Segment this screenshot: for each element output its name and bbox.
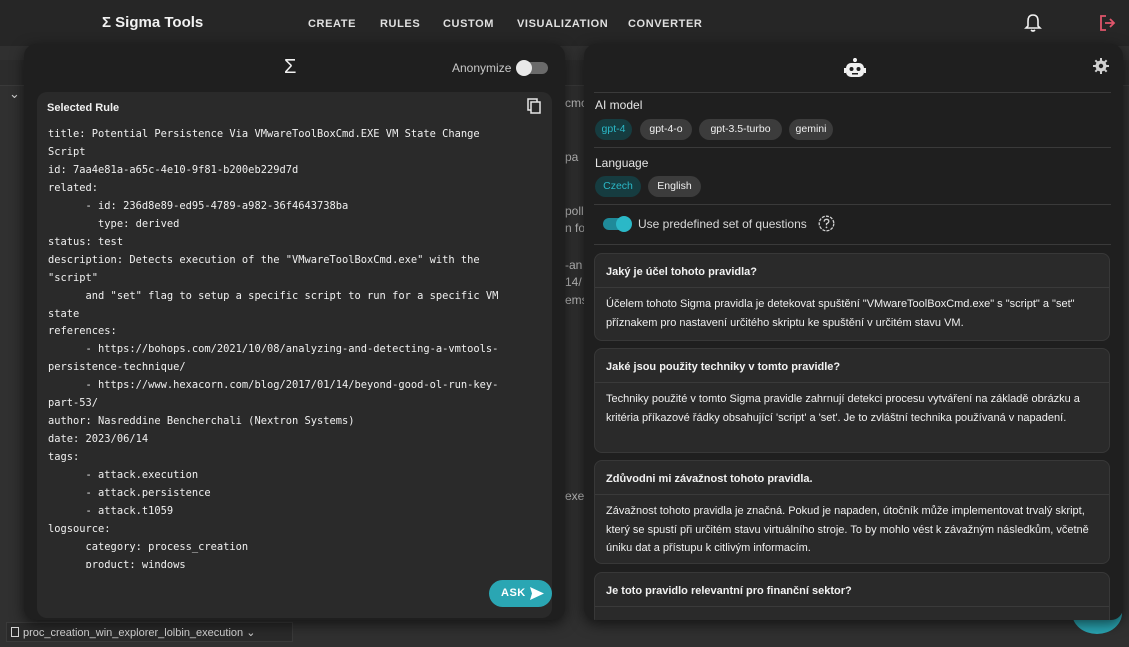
background-file-row[interactable]: proc_creation_win_explorer_lolbin_execut… xyxy=(6,622,293,642)
divider xyxy=(595,606,1109,607)
divider xyxy=(594,244,1111,245)
ai-assistant-dialog: AI model gpt-4 gpt-4-o gpt-3.5-turbo gem… xyxy=(584,44,1123,620)
anonymize-label: Anonymize xyxy=(452,61,512,75)
rule-line: tags: xyxy=(48,451,80,464)
rule-line: title: Potential Persistence Via VMwareT… xyxy=(48,128,480,140)
rule-line: "script" xyxy=(48,271,99,284)
question[interactable]: Zdůvodni mi závažnost tohoto pravidla. xyxy=(606,473,813,485)
answer: Závažnost tohoto pravidla je značná. Pok… xyxy=(606,505,1089,554)
nav-converter[interactable]: CONVERTER xyxy=(628,18,702,30)
rule-line: references: xyxy=(48,325,117,338)
nav-custom[interactable]: CUSTOM xyxy=(443,18,494,30)
chevron-down-icon[interactable]: ⌄ xyxy=(9,86,20,102)
divider xyxy=(594,147,1111,148)
toggle-knob xyxy=(516,60,532,76)
send-icon xyxy=(530,587,544,600)
card-title: Selected Rule xyxy=(47,102,120,114)
chip-gpt-4[interactable]: gpt-4 xyxy=(595,119,632,140)
background-text-fragment: 14/ xyxy=(565,275,582,289)
chip-czech[interactable]: Czech xyxy=(595,176,641,197)
background-text-fragment: -an xyxy=(565,258,583,272)
chip-gpt-4-o[interactable]: gpt-4-o xyxy=(640,119,692,140)
qa-card: Jaký je účel tohoto pravidla? Účelem toh… xyxy=(594,253,1110,341)
divider xyxy=(595,382,1109,383)
language-label: Language xyxy=(595,156,649,170)
sigma-logo: Σ xyxy=(284,56,297,78)
qa-card: Je toto pravidlo relevantní pro finanční… xyxy=(594,572,1110,620)
rule-line: related: xyxy=(48,181,99,194)
rule-line: and "set" flag to setup a specific scrip… xyxy=(48,289,499,302)
divider xyxy=(595,494,1109,495)
divider xyxy=(594,204,1111,205)
rule-line: product: windows xyxy=(48,558,186,568)
app-brand[interactable]: Σ Sigma Tools xyxy=(102,14,203,31)
background-text-fragment: poll xyxy=(565,204,584,218)
question[interactable]: Jaký je účel tohoto pravidla? xyxy=(606,266,757,278)
nav-create[interactable]: CREATE xyxy=(308,18,356,30)
nav-rules[interactable]: RULES xyxy=(380,18,420,30)
bell-icon[interactable] xyxy=(1024,13,1042,33)
answer: Účelem tohoto Sigma pravidla je detekova… xyxy=(606,298,1075,329)
rule-line: - id: 236d8e89-ed95-4789-a982-36f4643738… xyxy=(48,199,349,212)
ai-model-label: AI model xyxy=(595,98,643,112)
chip-gpt-3-5-turbo[interactable]: gpt-3.5-turbo xyxy=(699,119,782,140)
question[interactable]: Jaké jsou použity techniky v tomto pravi… xyxy=(606,361,840,373)
rule-line: id: 7aa4e81a-a65c-4e10-9f81-b200eb229d7d xyxy=(48,163,299,176)
rule-line: author: Nasreddine Bencherchali (Nextron… xyxy=(48,415,355,428)
predefined-questions-label: Use predefined set of questions xyxy=(638,217,807,231)
background-text-fragment: exe xyxy=(565,489,585,503)
qa-card: Jaké jsou použity techniky v tomto pravi… xyxy=(594,348,1110,453)
rule-dialog: Σ Anonymize Selected Rule title: Potenti… xyxy=(24,44,565,620)
copy-icon[interactable] xyxy=(527,98,541,114)
rule-line: logsource: xyxy=(48,522,111,535)
selected-rule-card: Selected Rule title: Potential Persisten… xyxy=(37,92,552,618)
top-navigation-bar: Σ Sigma Tools CREATE RULES CUSTOM VISUAL… xyxy=(0,0,1129,46)
rule-line: type: derived xyxy=(48,217,180,230)
chip-english[interactable]: English xyxy=(648,176,701,197)
robot-icon xyxy=(844,58,866,77)
rule-line: - https://www.hexacorn.com/blog/2017/01/… xyxy=(48,379,499,392)
rule-line: description: Detects execution of the "V… xyxy=(48,253,480,266)
anonymize-toggle[interactable] xyxy=(516,60,548,76)
question[interactable]: Je toto pravidlo relevantní pro finanční… xyxy=(606,585,852,597)
divider xyxy=(595,287,1109,288)
rule-line: - attack.execution xyxy=(48,469,199,482)
rule-line: - attack.t1059 xyxy=(48,505,174,518)
background-text-fragment: pa xyxy=(565,150,579,164)
rule-line: part-53/ xyxy=(48,397,99,410)
rule-line: - attack.persistence xyxy=(48,487,211,500)
predefined-questions-toggle[interactable] xyxy=(603,216,632,232)
help-icon[interactable] xyxy=(818,215,835,232)
chip-gemini[interactable]: gemini xyxy=(789,119,833,140)
rule-line: category: process_creation xyxy=(48,540,249,553)
background-text-fragment: n fo xyxy=(565,221,586,235)
gear-icon[interactable] xyxy=(1093,58,1109,74)
rule-line: - https://bohops.com/2021/10/08/analyzin… xyxy=(48,343,499,356)
answer: Techniky použité v tomto Sigma pravidle … xyxy=(606,393,1080,424)
rule-line: Script xyxy=(48,145,86,158)
document-icon xyxy=(11,627,19,637)
rule-line: date: 2023/06/14 xyxy=(48,433,149,446)
rule-line: persistence-technique/ xyxy=(48,361,186,374)
logout-icon[interactable] xyxy=(1098,14,1116,32)
ask-button[interactable]: ASK xyxy=(489,580,552,607)
rule-line: state xyxy=(48,307,80,320)
nav-visualization[interactable]: VISUALIZATION xyxy=(517,18,608,30)
ask-label: ASK xyxy=(501,587,526,599)
qa-card: Zdůvodni mi závažnost tohoto pravidla. Z… xyxy=(594,460,1110,564)
rule-yaml[interactable]: title: Potential Persistence Via VMwareT… xyxy=(48,126,548,568)
toggle-knob xyxy=(616,216,632,232)
rule-line: status: test xyxy=(48,235,124,248)
divider xyxy=(594,92,1111,93)
file-name: proc_creation_win_explorer_lolbin_execut… xyxy=(23,627,244,639)
